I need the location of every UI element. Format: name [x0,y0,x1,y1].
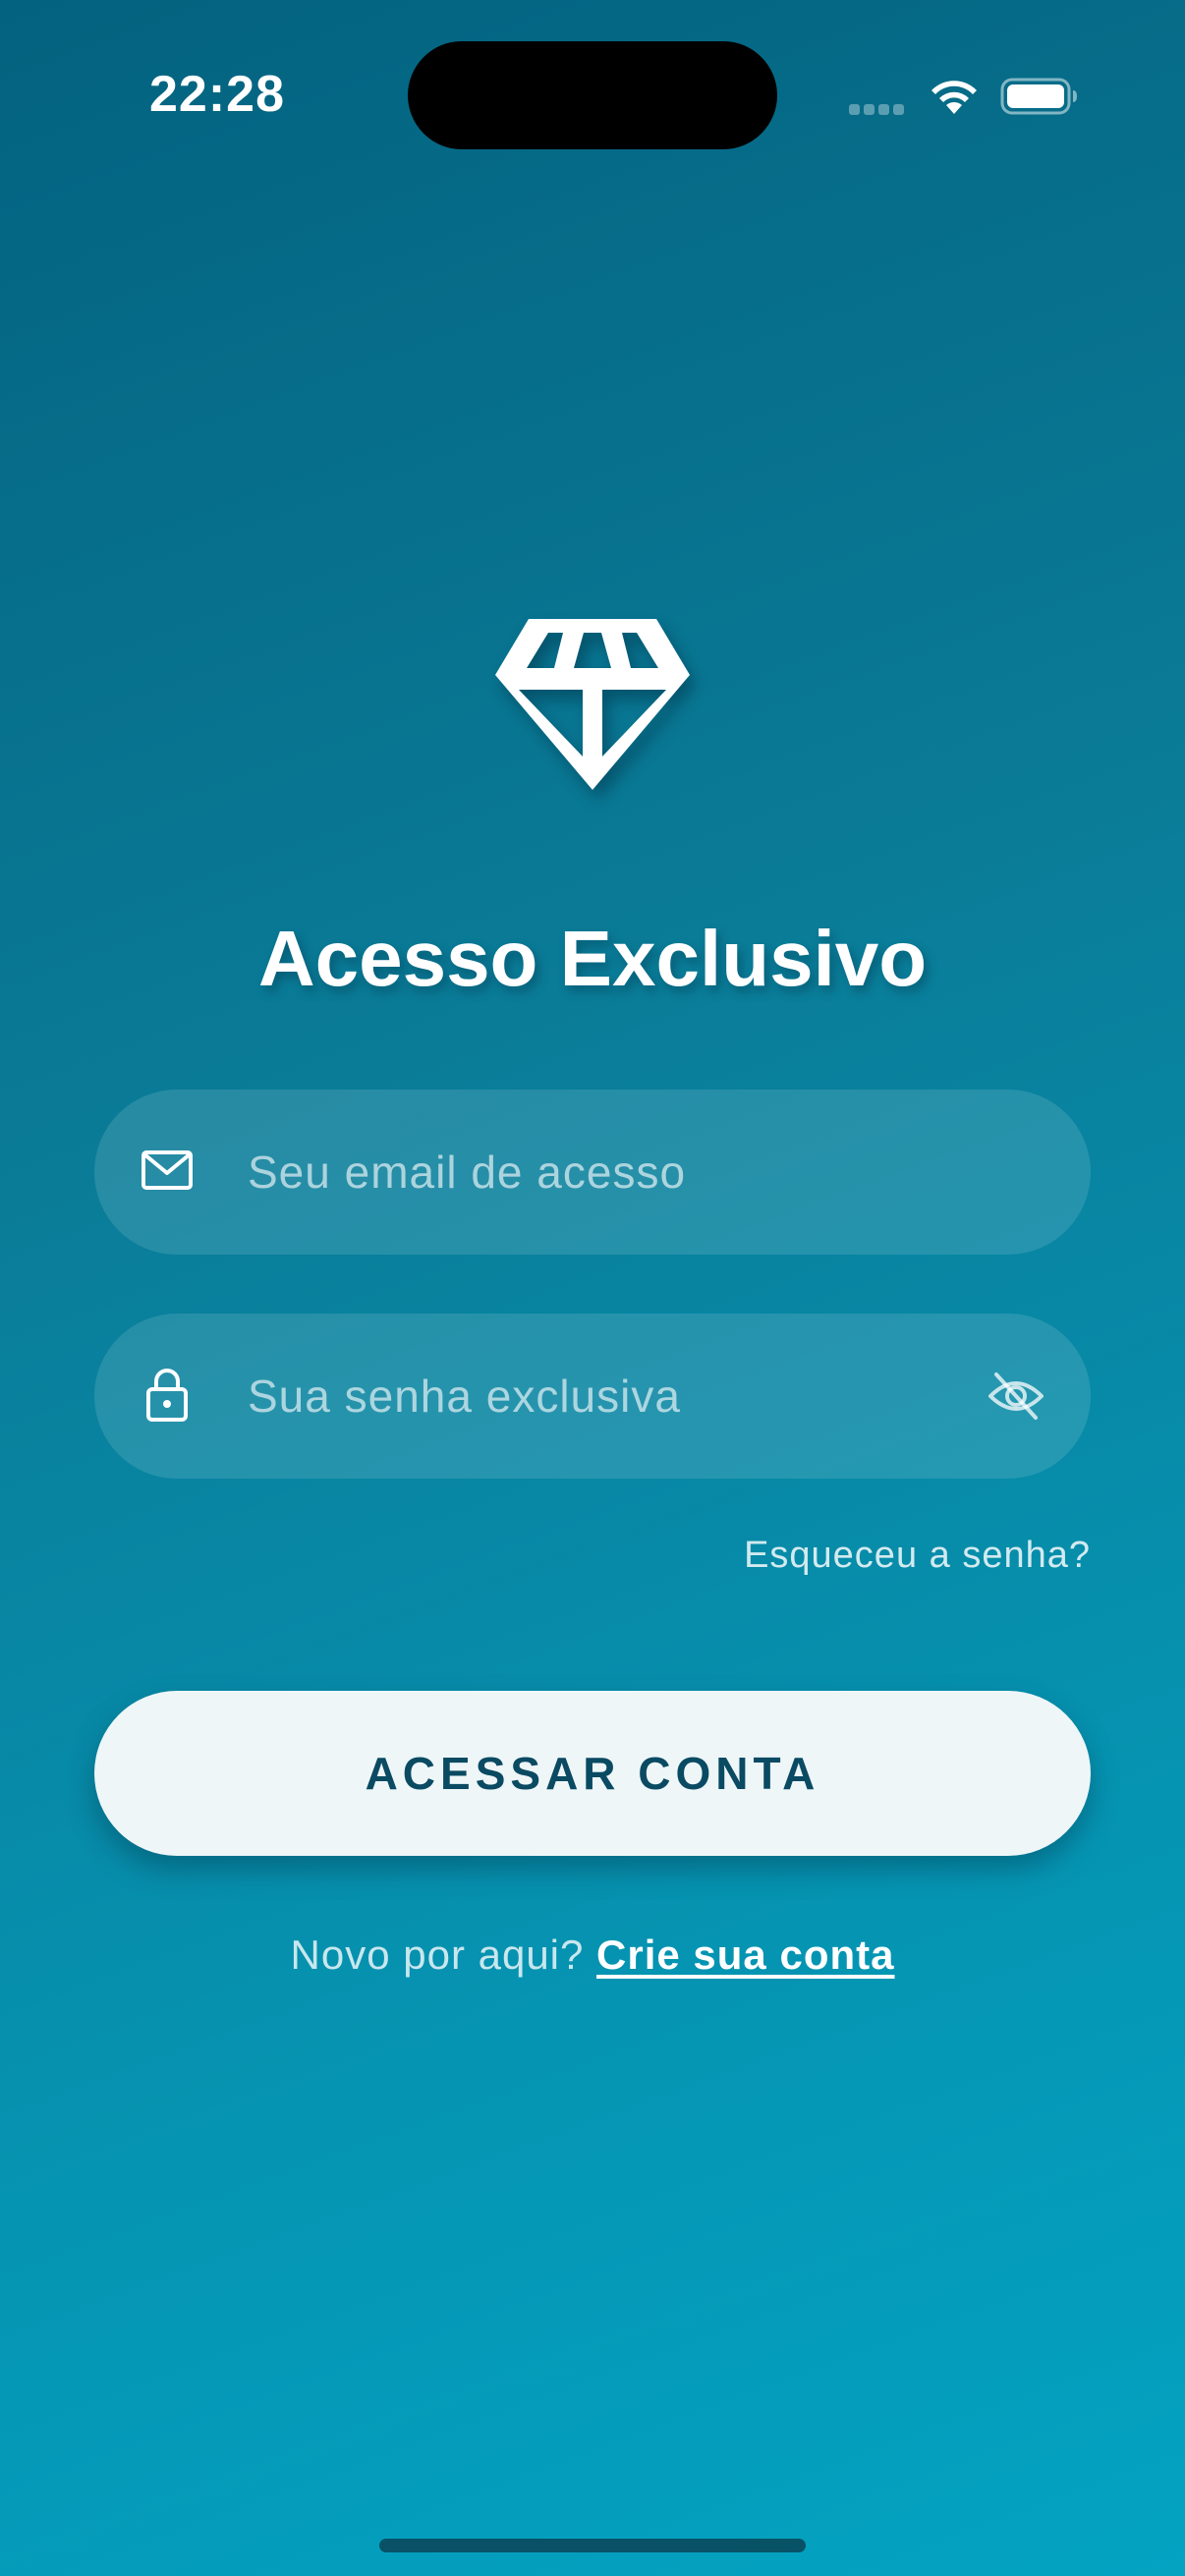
email-input[interactable] [248,1129,1014,1215]
status-time: 22:28 [149,66,285,123]
signup-prompt: Novo por aqui? [290,1932,597,1978]
submit-button[interactable]: ACESSAR CONTA [94,1691,1091,1856]
lock-icon [146,1369,188,1422]
password-input[interactable] [248,1353,1014,1439]
signup-link[interactable]: Crie sua conta [596,1932,894,1978]
envelope-icon [141,1150,193,1190]
eye-off-icon[interactable] [987,1367,1045,1426]
status-bar: 22:28 [0,0,1185,196]
wifi-icon [931,81,977,114]
cellular-signal-icon [849,102,908,115]
dynamic-island [408,41,777,149]
battery-icon [1000,78,1077,115]
forgot-password-link[interactable]: Esqueceu a senha? [744,1535,1091,1577]
diamond-icon [495,619,690,790]
email-field[interactable] [94,1090,1091,1255]
page-title: Acesso Exclusivo [257,915,928,1002]
signup-row: Novo por aqui? Crie sua conta [0,1932,1185,1979]
home-indicator [379,2539,806,2552]
password-field[interactable] [94,1314,1091,1479]
